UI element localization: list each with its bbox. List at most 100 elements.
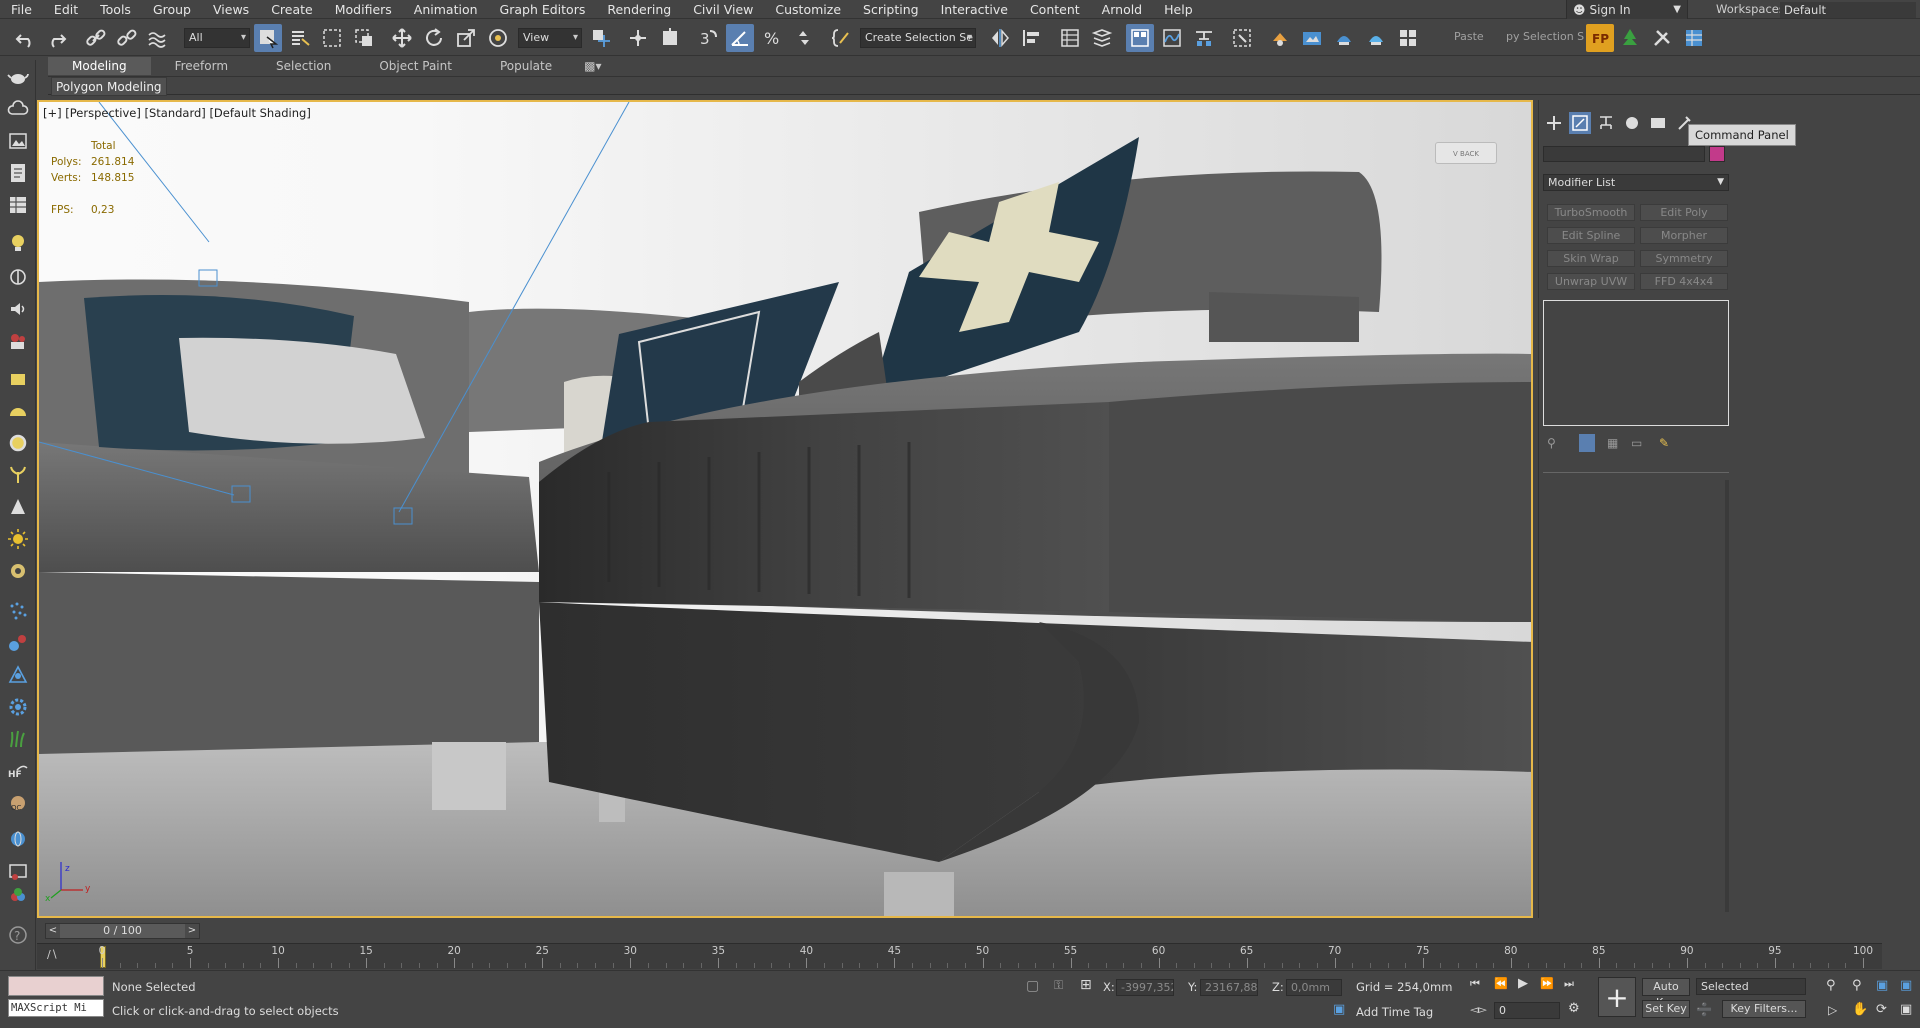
image-icon[interactable]	[5, 128, 31, 154]
color-picker-icon[interactable]	[5, 882, 31, 908]
sound-icon[interactable]	[5, 296, 31, 322]
modifier-edit-poly-button[interactable]: Edit Poly	[1640, 204, 1728, 221]
modifier-ffd-button[interactable]: FFD 4x4x4	[1640, 273, 1728, 290]
maxscript-mini-listener[interactable]: MAXScript Mi	[8, 999, 104, 1017]
set-keys-button[interactable]: +	[1598, 977, 1636, 1017]
material-editor-icon[interactable]	[1228, 24, 1256, 52]
perspective-viewport[interactable]: [+] [Perspective] [Standard] [Default Sh…	[37, 100, 1533, 918]
go-to-start-icon[interactable]: ⏮	[1470, 977, 1480, 991]
schematic-view-icon[interactable]	[1190, 24, 1218, 52]
tab-freeform[interactable]: Freeform	[151, 57, 252, 75]
menu-interactive[interactable]: Interactive	[930, 0, 1019, 19]
menu-customize[interactable]: Customize	[764, 0, 852, 19]
place-icon[interactable]	[484, 24, 512, 52]
go-to-end-icon[interactable]: ⏭	[1564, 977, 1574, 991]
gear-icon[interactable]	[5, 694, 31, 720]
next-frame-button[interactable]: >	[185, 924, 199, 938]
menu-edit[interactable]: Edit	[43, 0, 89, 19]
sphere-icon[interactable]	[5, 430, 31, 456]
cloud-icon[interactable]	[5, 96, 31, 122]
select-by-name-icon[interactable]	[286, 24, 314, 52]
remove-modifier-icon[interactable]: ▭	[1631, 436, 1642, 450]
unlink-icon[interactable]	[113, 24, 141, 52]
modifier-skin-wrap-button[interactable]: Skin Wrap	[1547, 250, 1635, 267]
render-activeshade-icon[interactable]	[1362, 24, 1390, 52]
help-icon[interactable]: ?	[5, 922, 31, 948]
network-icon[interactable]	[5, 662, 31, 688]
modifier-unwrap-uvw-button[interactable]: Unwrap UVW	[1547, 273, 1635, 290]
window-crossing-icon[interactable]	[350, 24, 378, 52]
menu-scripting[interactable]: Scripting	[852, 0, 930, 19]
copy-selection-label[interactable]: py Selection S	[1506, 30, 1584, 43]
redo-icon[interactable]	[42, 24, 70, 52]
viewcube[interactable]: V BACK	[1435, 142, 1497, 164]
key-mode-select[interactable]: Selected	[1696, 978, 1806, 995]
keyboard-shortcut-icon[interactable]	[656, 24, 684, 52]
render-window-icon[interactable]	[5, 858, 31, 884]
time-configuration-icon[interactable]: ⚙	[1568, 1001, 1580, 1016]
polygon-modeling-button[interactable]: Polygon Modeling	[51, 77, 167, 96]
menu-rendering[interactable]: Rendering	[596, 0, 682, 19]
menu-help[interactable]: Help	[1153, 0, 1204, 19]
create-tab-icon[interactable]	[1543, 112, 1565, 134]
viewport-label-menu[interactable]: [+] [Perspective] [Standard] [Default Sh…	[43, 106, 311, 120]
maximize-viewport-icon[interactable]: ▣	[1900, 1002, 1912, 1017]
previous-key-icon[interactable]: ⏪	[1494, 977, 1508, 990]
ribbon-options-icon[interactable]: ▩▾	[576, 57, 609, 75]
select-manipulate-icon[interactable]	[624, 24, 652, 52]
tab-modeling[interactable]: Modeling	[48, 57, 151, 75]
particles-icon[interactable]	[5, 598, 31, 624]
spreadsheet-icon[interactable]	[1680, 24, 1708, 52]
angle-snap-icon[interactable]	[726, 24, 754, 52]
pivot-center-icon[interactable]	[587, 24, 615, 52]
pin-stack-icon[interactable]: ⚲	[1547, 436, 1556, 450]
menu-file[interactable]: File	[0, 0, 43, 19]
isolate-icon[interactable]	[5, 264, 31, 290]
y-coord-field[interactable]: 23167,88m	[1200, 979, 1258, 996]
track-bar[interactable]: ∕∖ 0 5 10 15 20 25 30 35 40 45 50 55 60 65 70 75 80 85 90 9…	[37, 943, 1882, 969]
x-coord-field[interactable]: -3997,352r	[1116, 979, 1174, 996]
sign-in-button[interactable]: ☻ Sign In ▼	[1566, 0, 1688, 19]
table-icon[interactable]	[5, 192, 31, 218]
percent-snap-icon[interactable]: %	[758, 24, 786, 52]
selection-filter-select[interactable]: All	[184, 28, 250, 48]
box-icon[interactable]	[5, 366, 31, 392]
pan-view-icon[interactable]: ✋	[1852, 1002, 1868, 1017]
forest-tree-icon[interactable]	[1616, 24, 1644, 52]
named-selection-set-select[interactable]: Create Selection Se	[860, 28, 976, 48]
render-setup-icon[interactable]	[1266, 24, 1294, 52]
display-tab-icon[interactable]	[1647, 112, 1669, 134]
time-tag-icon[interactable]: ▣	[1333, 1002, 1345, 1017]
orbit-icon[interactable]: ⟳	[1876, 1002, 1887, 1017]
motion-tab-icon[interactable]	[1621, 112, 1643, 134]
menu-civil-view[interactable]: Civil View	[682, 0, 764, 19]
globe-icon[interactable]	[5, 826, 31, 852]
align-icon[interactable]	[1018, 24, 1046, 52]
field-of-view-icon[interactable]: ▷	[1828, 1003, 1837, 1017]
auto-key-button[interactable]: Auto Key	[1642, 978, 1690, 1009]
current-frame-field[interactable]: 0	[1494, 1002, 1560, 1019]
modifier-turbosmooth-button[interactable]: TurboSmooth	[1547, 204, 1635, 221]
default-in-out-tangents-icon[interactable]: ➗	[1696, 1003, 1712, 1018]
key-mode-toggle-icon[interactable]: ◅▻	[1470, 1003, 1487, 1016]
menu-views[interactable]: Views	[202, 0, 260, 19]
rendered-frame-window-icon[interactable]	[1298, 24, 1326, 52]
zoom-all-icon[interactable]: ⚲	[1852, 978, 1862, 993]
bind-spacewarp-icon[interactable]	[143, 24, 171, 52]
hierarchy-tab-icon[interactable]	[1595, 112, 1617, 134]
menu-modifiers[interactable]: Modifiers	[324, 0, 403, 19]
show-end-result-icon[interactable]	[1579, 434, 1595, 452]
object-color-swatch[interactable]	[1709, 146, 1725, 162]
select-object-icon[interactable]	[254, 24, 282, 52]
scene-explorer-icon[interactable]	[1056, 24, 1084, 52]
workspace-select[interactable]: Default	[1780, 2, 1916, 18]
tools-icon[interactable]	[1648, 24, 1676, 52]
grass-icon[interactable]	[5, 726, 31, 752]
menu-graph-editors[interactable]: Graph Editors	[489, 0, 597, 19]
tab-selection[interactable]: Selection	[252, 57, 355, 75]
curve-editor-icon[interactable]	[1158, 24, 1186, 52]
menu-animation[interactable]: Animation	[403, 0, 489, 19]
sun-icon[interactable]	[5, 526, 31, 552]
render-production-icon[interactable]	[1330, 24, 1358, 52]
zoom-icon[interactable]: ⚲	[1826, 978, 1836, 993]
